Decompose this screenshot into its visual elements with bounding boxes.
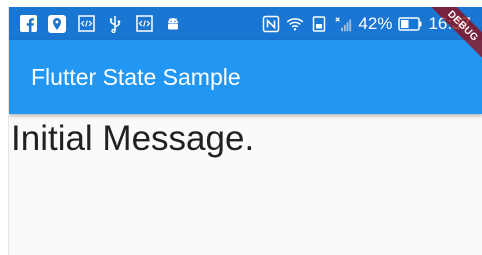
wifi-icon (286, 15, 304, 33)
battery-percent: 42% (358, 13, 393, 33)
facebook-icon (19, 15, 37, 33)
phone-screen: 42% 16:37 Flutter State Sample Initial M… (8, 7, 482, 255)
battery-icon (398, 15, 422, 33)
status-bar: 42% 16:37 (9, 7, 482, 40)
nfc-icon (262, 15, 280, 33)
code-icon (77, 15, 95, 33)
app-bar: Flutter State Sample (9, 40, 482, 114)
code-icon (135, 15, 153, 33)
usb-icon (106, 15, 124, 33)
maps-icon (48, 14, 66, 33)
app-title: Flutter State Sample (31, 63, 241, 90)
signal-icon (334, 15, 352, 33)
android-icon (164, 15, 182, 33)
message-text: Initial Message. (11, 119, 255, 158)
sim-icon (310, 15, 328, 33)
